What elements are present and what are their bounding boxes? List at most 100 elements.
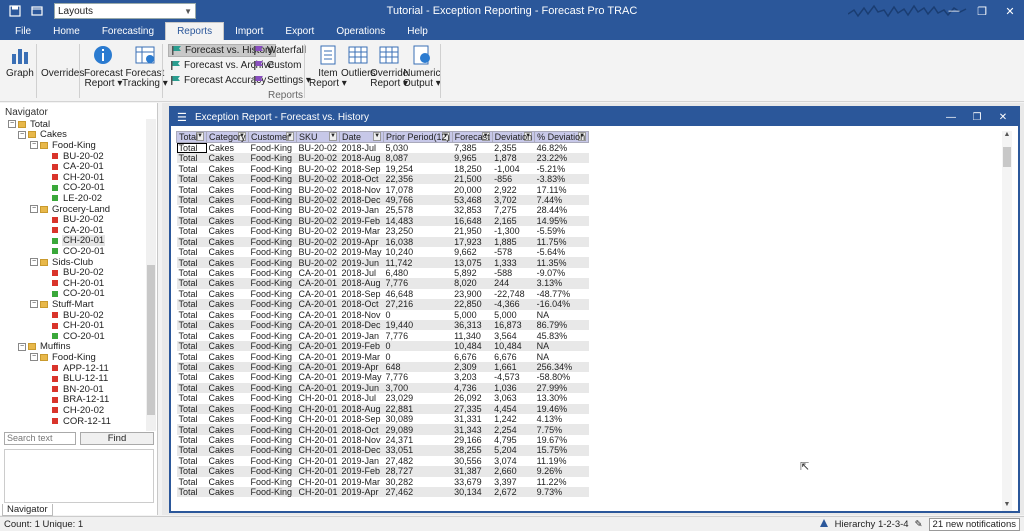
- table-cell[interactable]: Food-King: [248, 320, 297, 331]
- table-cell[interactable]: Cakes: [207, 143, 249, 154]
- table-cell[interactable]: 19,254: [384, 163, 453, 174]
- table-row[interactable]: Total Cakes Food-King CH-20-01 2019-Mar 30,28…: [177, 477, 589, 487]
- table-cell[interactable]: Cakes: [207, 310, 249, 320]
- table-cell[interactable]: Cakes: [206, 320, 249, 331]
- table-cell[interactable]: 17,078: [384, 184, 453, 195]
- table-cell[interactable]: 5,892: [452, 268, 492, 278]
- table-cell[interactable]: Food-King: [249, 456, 297, 466]
- table-cell[interactable]: Total: [177, 247, 207, 257]
- table-cell[interactable]: 11.19%: [535, 456, 589, 466]
- table-cell[interactable]: 26,092: [452, 393, 492, 403]
- table-cell[interactable]: 2019-May: [340, 247, 384, 257]
- table-cell[interactable]: Total: [177, 184, 207, 195]
- table-cell[interactable]: Total: [177, 289, 207, 299]
- table-cell[interactable]: 30,556: [452, 456, 492, 466]
- table-cell[interactable]: Total: [176, 320, 207, 331]
- collapse-icon[interactable]: −: [18, 342, 26, 351]
- table-cell[interactable]: 7.75%: [534, 424, 589, 435]
- table-cell[interactable]: Total: [177, 372, 207, 382]
- table-cell[interactable]: 1,661: [492, 361, 535, 373]
- table-cell[interactable]: Total: [177, 310, 207, 320]
- report-close-button[interactable]: ✕: [990, 108, 1016, 126]
- tree-node[interactable]: − Food-King: [30, 140, 97, 151]
- table-cell[interactable]: -3.83%: [534, 173, 589, 185]
- scroll-up-icon[interactable]: ▲: [1002, 131, 1012, 141]
- table-cell[interactable]: Cakes: [207, 372, 249, 382]
- table-row[interactable]: Total Cakes Food-King BU-20-02 2018-Aug 8,087…: [176, 153, 589, 164]
- table-cell[interactable]: 28.44%: [535, 205, 589, 215]
- table-cell[interactable]: 10,484: [452, 340, 493, 352]
- table-cell[interactable]: 2019-Apr: [339, 361, 384, 373]
- tree-node[interactable]: − Food-King: [30, 352, 97, 363]
- table-cell[interactable]: 53,468: [452, 194, 493, 206]
- table-cell[interactable]: 86.79%: [534, 320, 589, 331]
- tree-node[interactable]: − Muffins: [18, 341, 71, 352]
- table-cell[interactable]: 2018-Jul: [340, 143, 384, 154]
- scrollbar-thumb[interactable]: [147, 265, 155, 415]
- table-cell[interactable]: Total: [177, 330, 207, 341]
- table-cell[interactable]: 16,038: [383, 236, 453, 247]
- tree-node[interactable]: − Grocery-Land: [30, 204, 111, 215]
- table-cell[interactable]: CH-20-01: [297, 435, 340, 445]
- table-row[interactable]: Total Cakes Food-King BU-20-02 2019-Jun 11,74…: [176, 257, 589, 268]
- table-cell[interactable]: Cakes: [206, 153, 249, 164]
- table-cell[interactable]: Food-King: [249, 372, 297, 382]
- table-cell[interactable]: CA-20-01: [297, 372, 340, 382]
- tree-node[interactable]: CO-20-01: [52, 331, 106, 342]
- tab-help[interactable]: Help: [396, 22, 439, 40]
- table-cell[interactable]: Total: [176, 299, 207, 310]
- table-cell[interactable]: CH-20-01: [296, 424, 340, 435]
- table-cell[interactable]: 4.13%: [535, 414, 589, 424]
- table-cell[interactable]: Total: [176, 445, 207, 456]
- table-cell[interactable]: Food-King: [248, 257, 297, 268]
- table-cell[interactable]: 2019-Feb: [339, 340, 384, 352]
- column-header[interactable]: ▼% Deviation: [534, 131, 590, 143]
- table-cell[interactable]: 2,309: [452, 361, 493, 373]
- forecast-tracking-button[interactable]: Forecast Tracking ▾: [122, 44, 168, 89]
- table-cell[interactable]: Cakes: [206, 236, 249, 247]
- table-row[interactable]: Total Cakes Food-King CH-20-01 2018-Sep 30,08…: [177, 414, 589, 424]
- graph-button[interactable]: Graph: [6, 44, 34, 79]
- table-cell[interactable]: 2019-Apr: [339, 236, 384, 247]
- table-cell[interactable]: 23,029: [384, 393, 453, 403]
- table-cell[interactable]: CH-20-01: [296, 403, 340, 414]
- table-cell[interactable]: Food-King: [248, 466, 297, 477]
- report-restore-button[interactable]: ❐: [964, 108, 990, 126]
- table-cell[interactable]: 6,480: [384, 268, 453, 278]
- overrides-button[interactable]: Overrides: [41, 69, 84, 79]
- table-cell[interactable]: 2018-Oct: [339, 424, 384, 435]
- table-cell[interactable]: Total: [177, 393, 207, 403]
- table-cell[interactable]: Cakes: [206, 340, 249, 352]
- table-row[interactable]: Total Cakes Food-King BU-20-02 2019-Jan 25,57…: [177, 205, 589, 215]
- table-cell[interactable]: Cakes: [207, 477, 249, 487]
- tree-node[interactable]: CA-20-01: [52, 225, 105, 236]
- table-cell[interactable]: 13.30%: [535, 393, 589, 403]
- table-cell[interactable]: 31,343: [452, 424, 493, 435]
- table-cell[interactable]: -58.80%: [535, 372, 589, 382]
- table-cell[interactable]: Food-King: [249, 268, 297, 278]
- table-cell[interactable]: NA: [535, 310, 589, 320]
- table-cell[interactable]: 33,679: [452, 477, 492, 487]
- table-cell[interactable]: Cakes: [206, 194, 249, 206]
- table-cell[interactable]: Food-King: [248, 278, 297, 289]
- table-cell[interactable]: 3,203: [452, 372, 492, 382]
- table-cell[interactable]: -22,748: [492, 289, 535, 299]
- table-cell[interactable]: 27,462: [383, 487, 453, 498]
- table-row[interactable]: Total Cakes Food-King CH-20-01 2018-Jul 23,02…: [177, 393, 589, 403]
- table-cell[interactable]: Total: [176, 194, 207, 206]
- table-cell[interactable]: BU-20-02: [296, 194, 340, 206]
- table-cell[interactable]: CH-20-01: [296, 466, 340, 477]
- column-header[interactable]: ▼ SKU: [295, 131, 341, 143]
- table-cell[interactable]: 3,700: [383, 382, 453, 394]
- table-cell[interactable]: 2018-Sep: [340, 414, 384, 424]
- table-cell[interactable]: Cakes: [207, 184, 249, 195]
- table-cell[interactable]: Cakes: [206, 445, 249, 456]
- table-cell[interactable]: 4,795: [492, 435, 535, 445]
- waterfall-button[interactable]: Waterfall: [251, 44, 308, 57]
- table-cell[interactable]: 2,660: [492, 466, 535, 477]
- tab-operations[interactable]: Operations: [325, 22, 396, 40]
- tree-node[interactable]: − Cakes: [18, 129, 68, 140]
- table-cell[interactable]: Cakes: [206, 278, 249, 289]
- scroll-down-icon[interactable]: ▼: [1002, 501, 1012, 511]
- table-cell[interactable]: BU-20-02: [296, 257, 340, 268]
